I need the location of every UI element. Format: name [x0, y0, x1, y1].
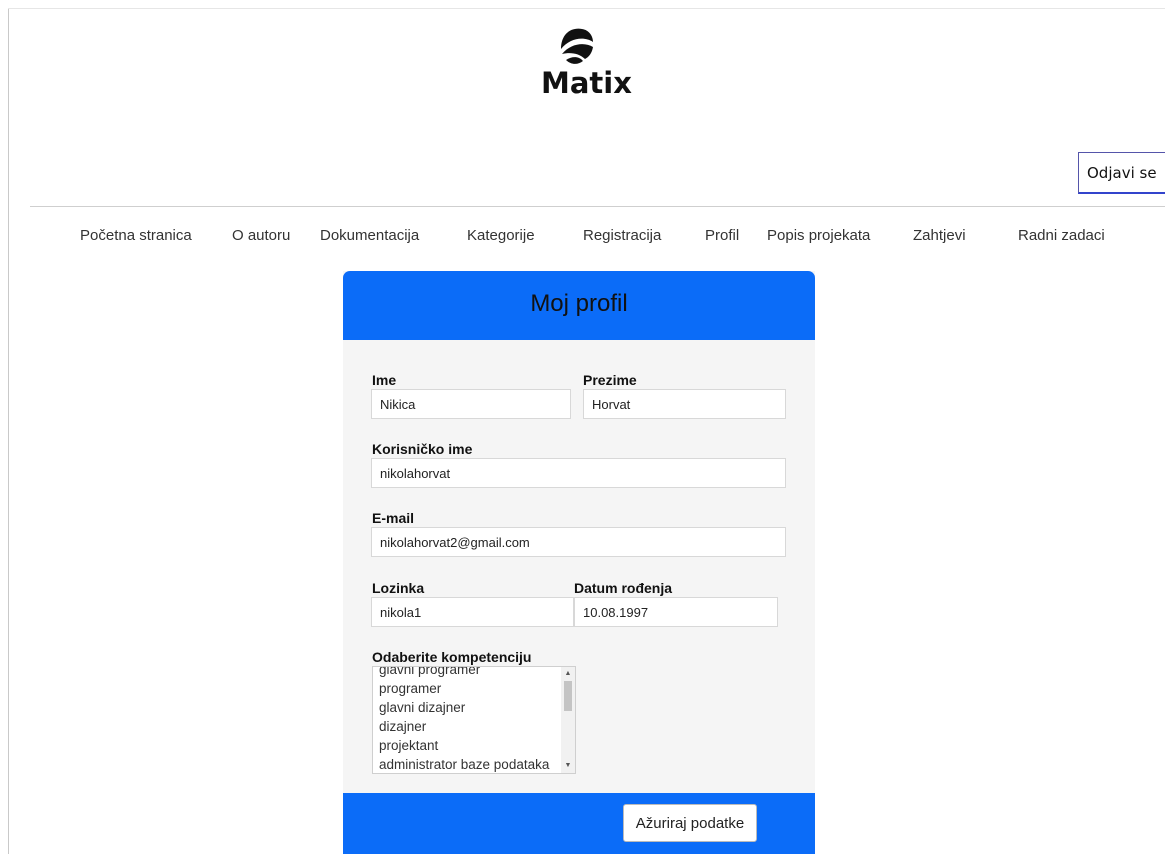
nav-item-documentation[interactable]: Dokumentacija — [320, 224, 419, 248]
competence-option[interactable]: glavni dizajner — [373, 698, 575, 717]
profile-title: Moj profil — [343, 271, 815, 340]
password-input[interactable] — [371, 597, 574, 627]
nav-item-registration[interactable]: Registracija — [583, 224, 661, 248]
username-label: Korisničko ime — [372, 441, 473, 457]
shell-logo-icon — [561, 28, 593, 64]
competence-option[interactable]: dizajner — [373, 717, 575, 736]
last-name-input[interactable] — [583, 389, 786, 419]
nav-item-projects[interactable]: Popis projekata — [767, 224, 870, 248]
arrow-down-icon[interactable]: ▼ — [561, 761, 575, 771]
nav-item-author[interactable]: O autoru — [232, 224, 290, 248]
header-divider — [30, 206, 1165, 207]
competence-listbox[interactable]: glavni programer programer glavni dizajn… — [372, 666, 576, 774]
username-input[interactable] — [371, 458, 786, 488]
competence-label: Odaberite kompetenciju — [372, 649, 532, 665]
listbox-scrollbar[interactable]: ▲ ▼ — [561, 667, 575, 773]
first-name-label: Ime — [372, 372, 397, 388]
competence-option[interactable]: administrator baze podataka — [373, 755, 575, 773]
email-label: E-mail — [372, 510, 415, 526]
birth-date-input[interactable] — [574, 597, 778, 627]
nav-item-categories[interactable]: Kategorije — [467, 224, 535, 248]
window-border-left — [8, 8, 9, 854]
nav-item-tasks[interactable]: Radni zadaci — [1018, 224, 1105, 248]
update-data-button[interactable]: Ažuriraj podatke — [623, 804, 757, 842]
nav-item-requests[interactable]: Zahtjevi — [913, 224, 966, 248]
email-input[interactable] — [371, 527, 786, 557]
first-name-input[interactable] — [371, 389, 571, 419]
nav-item-profile[interactable]: Profil — [705, 224, 739, 248]
last-name-label: Prezime — [583, 372, 637, 388]
brand-logo[interactable]: Matix — [541, 26, 632, 100]
logout-button[interactable]: Odjavi se — [1078, 152, 1165, 194]
window-border-top — [8, 8, 1165, 9]
brand-name: Matix — [541, 66, 632, 100]
profile-card: Moj profil Ime Prezime Korisničko ime E-… — [343, 271, 815, 854]
main-nav: Početna stranica O autoru Dokumentacija … — [0, 224, 1165, 252]
arrow-up-icon[interactable]: ▲ — [561, 669, 575, 679]
profile-card-footer: Ažuriraj podatke — [343, 793, 815, 854]
competence-option[interactable]: programer — [373, 679, 575, 698]
password-label: Lozinka — [372, 580, 425, 596]
competence-option[interactable]: glavni programer — [373, 667, 575, 679]
scrollbar-thumb[interactable] — [564, 681, 572, 711]
nav-item-home[interactable]: Početna stranica — [80, 224, 192, 248]
birth-date-label: Datum rođenja — [574, 580, 673, 596]
competence-option[interactable]: projektant — [373, 736, 575, 755]
